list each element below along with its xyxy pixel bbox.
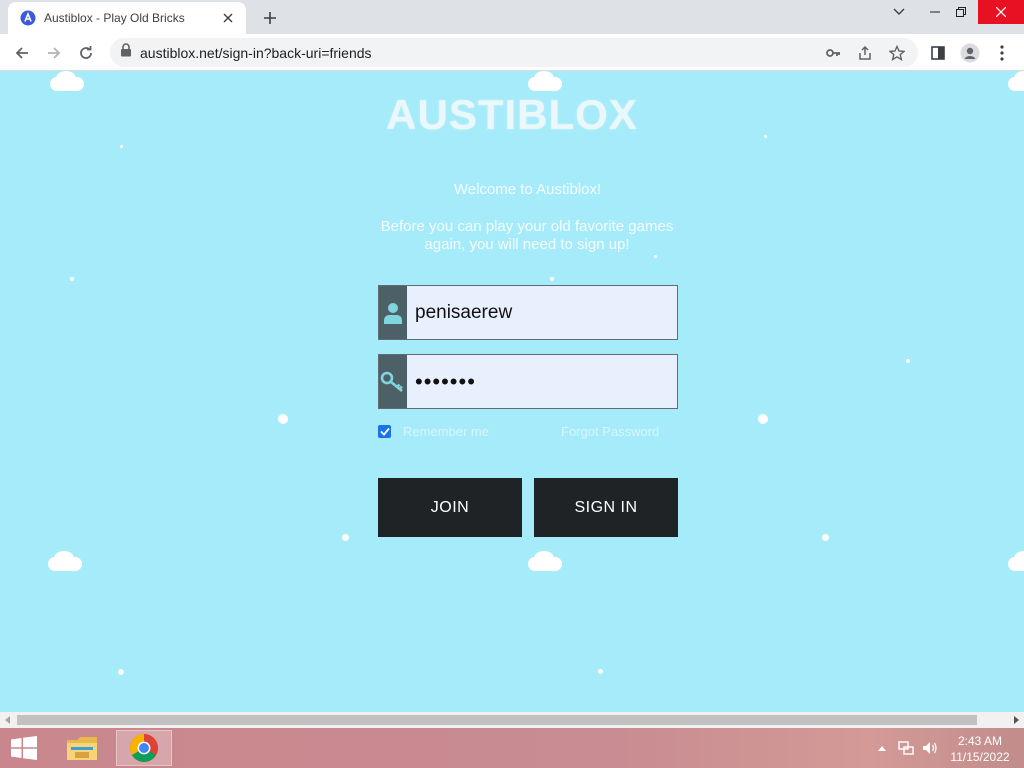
lock-icon[interactable] bbox=[120, 43, 132, 62]
username-input[interactable] bbox=[407, 286, 677, 339]
key-icon bbox=[379, 355, 407, 408]
windows-start-icon[interactable] bbox=[8, 735, 40, 761]
snowflake bbox=[906, 359, 910, 363]
cloud-decoration bbox=[50, 71, 84, 91]
reload-icon[interactable] bbox=[72, 39, 100, 67]
scroll-right-icon[interactable] bbox=[1011, 715, 1021, 725]
forward-arrow-icon[interactable] bbox=[40, 39, 68, 67]
austiblox-favicon bbox=[20, 10, 36, 26]
plus-icon[interactable] bbox=[258, 6, 282, 30]
user-icon bbox=[379, 286, 407, 339]
browser-toolbar: austiblox.net/sign-in?back-uri=friends bbox=[0, 34, 1024, 71]
snowflake bbox=[822, 534, 829, 541]
cloud-decoration bbox=[1008, 71, 1024, 91]
taskbar: 2:43 AM 11/15/2022 bbox=[0, 728, 1024, 768]
address-bar[interactable]: austiblox.net/sign-in?back-uri=friends bbox=[110, 38, 918, 67]
snowflake bbox=[654, 255, 657, 258]
tab-strip: Austiblox - Play Old Bricks bbox=[0, 0, 1024, 34]
close-icon[interactable] bbox=[220, 10, 236, 26]
welcome-heading: Welcome to Austiblox! bbox=[453, 181, 602, 198]
browser-tab[interactable]: Austiblox - Play Old Bricks bbox=[8, 2, 246, 34]
password-input[interactable]: ••••••• bbox=[407, 355, 677, 408]
snowflake bbox=[278, 414, 288, 424]
url-text: austiblox.net/sign-in?back-uri=friends bbox=[140, 44, 372, 61]
window-close-button[interactable] bbox=[978, 0, 1024, 24]
back-arrow-icon[interactable] bbox=[8, 39, 36, 67]
snowflake bbox=[118, 669, 124, 675]
snowflake bbox=[550, 277, 554, 281]
scrollbar-thumb[interactable] bbox=[17, 715, 977, 725]
scroll-left-icon[interactable] bbox=[3, 715, 13, 725]
kebab-menu-icon[interactable] bbox=[988, 39, 1016, 67]
chevron-down-icon[interactable] bbox=[882, 0, 916, 24]
restore-icon[interactable] bbox=[944, 0, 978, 24]
snowflake bbox=[120, 145, 123, 148]
file-explorer-icon[interactable] bbox=[54, 730, 110, 766]
side-panel-icon[interactable] bbox=[924, 39, 952, 67]
sign-in-button[interactable]: SIGN IN bbox=[534, 478, 678, 537]
volume-icon[interactable] bbox=[922, 740, 938, 756]
profile-icon[interactable] bbox=[956, 39, 984, 67]
clock-date: 11/15/2022 bbox=[950, 750, 1010, 764]
join-button[interactable]: JOIN bbox=[378, 478, 522, 537]
chrome-icon[interactable] bbox=[116, 730, 172, 766]
network-icon[interactable] bbox=[898, 740, 914, 756]
cloud-decoration bbox=[48, 551, 82, 571]
username-field[interactable] bbox=[378, 285, 678, 340]
tray-up-arrow-icon[interactable] bbox=[874, 740, 890, 756]
site-logo: AUSTIBLOX bbox=[386, 91, 638, 138]
snowflake bbox=[758, 414, 768, 424]
checkbox-icon[interactable] bbox=[378, 425, 391, 438]
page-content: AUSTIBLOX Welcome to Austiblox! Before y… bbox=[0, 71, 1024, 712]
share-icon[interactable] bbox=[856, 44, 874, 62]
remember-me[interactable]: Remember me bbox=[378, 424, 489, 439]
clock-time: 2:43 AM bbox=[957, 734, 1003, 748]
forgot-password-link[interactable]: Forgot Password bbox=[561, 424, 659, 439]
cloud-decoration bbox=[1008, 551, 1024, 571]
horizontal-scrollbar[interactable] bbox=[0, 712, 1024, 728]
cloud-decoration bbox=[528, 551, 562, 571]
tab-title: Austiblox - Play Old Bricks bbox=[44, 11, 185, 25]
password-field[interactable]: ••••••• bbox=[378, 354, 678, 409]
intro-text: Before you can play your old favorite ga… bbox=[380, 218, 674, 253]
snowflake bbox=[342, 534, 349, 541]
snowflake bbox=[598, 669, 603, 674]
remember-me-label[interactable]: Remember me bbox=[403, 424, 489, 439]
system-clock[interactable]: 2:43 AM 11/15/2022 bbox=[940, 733, 1020, 765]
cloud-decoration bbox=[528, 71, 562, 91]
key-icon[interactable] bbox=[824, 44, 842, 62]
star-icon[interactable] bbox=[888, 44, 906, 62]
snowflake bbox=[70, 277, 74, 281]
